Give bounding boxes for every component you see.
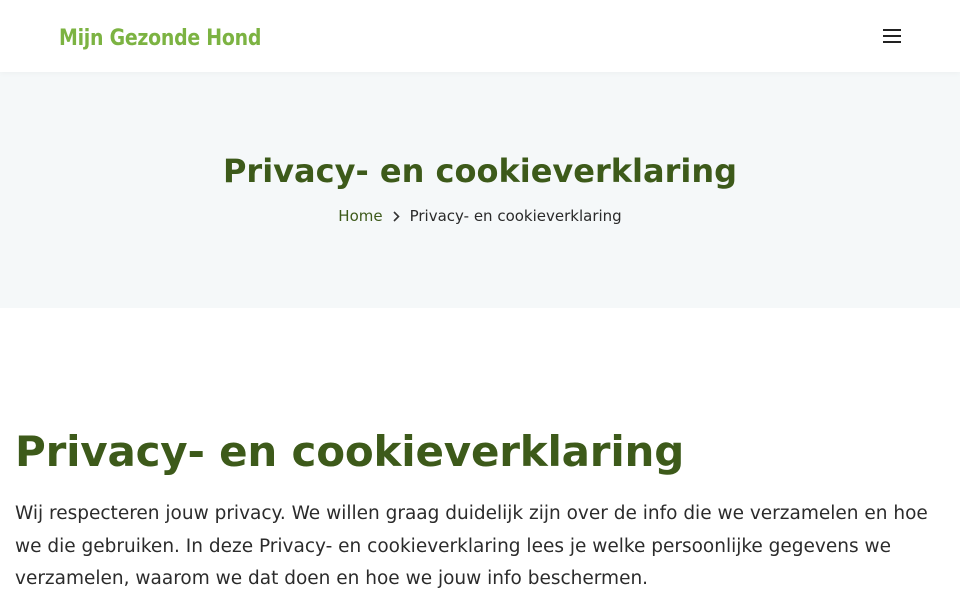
page-hero: Privacy- en cookieverklaring Home Privac… bbox=[0, 72, 960, 308]
breadcrumb-home-link[interactable]: Home bbox=[338, 206, 382, 226]
site-logo[interactable]: Mijn Gezonde Hond bbox=[59, 25, 261, 53]
main-content: Privacy- en cookieverklaring Wij respect… bbox=[15, 426, 945, 596]
page-title: Privacy- en cookieverklaring bbox=[15, 427, 685, 476]
breadcrumb: Home Privacy- en cookieverklaring bbox=[0, 206, 960, 226]
hero-title: Privacy- en cookieverklaring bbox=[222, 152, 738, 190]
menu-button[interactable] bbox=[878, 24, 906, 48]
chevron-right-icon bbox=[393, 210, 400, 222]
breadcrumb-current: Privacy- en cookieverklaring bbox=[409, 207, 622, 225]
hamburger-menu-icon bbox=[883, 29, 901, 43]
site-header: Mijn Gezonde Hond bbox=[0, 0, 960, 72]
intro-paragraph: Wij respecteren jouw privacy. We willen … bbox=[15, 503, 928, 589]
